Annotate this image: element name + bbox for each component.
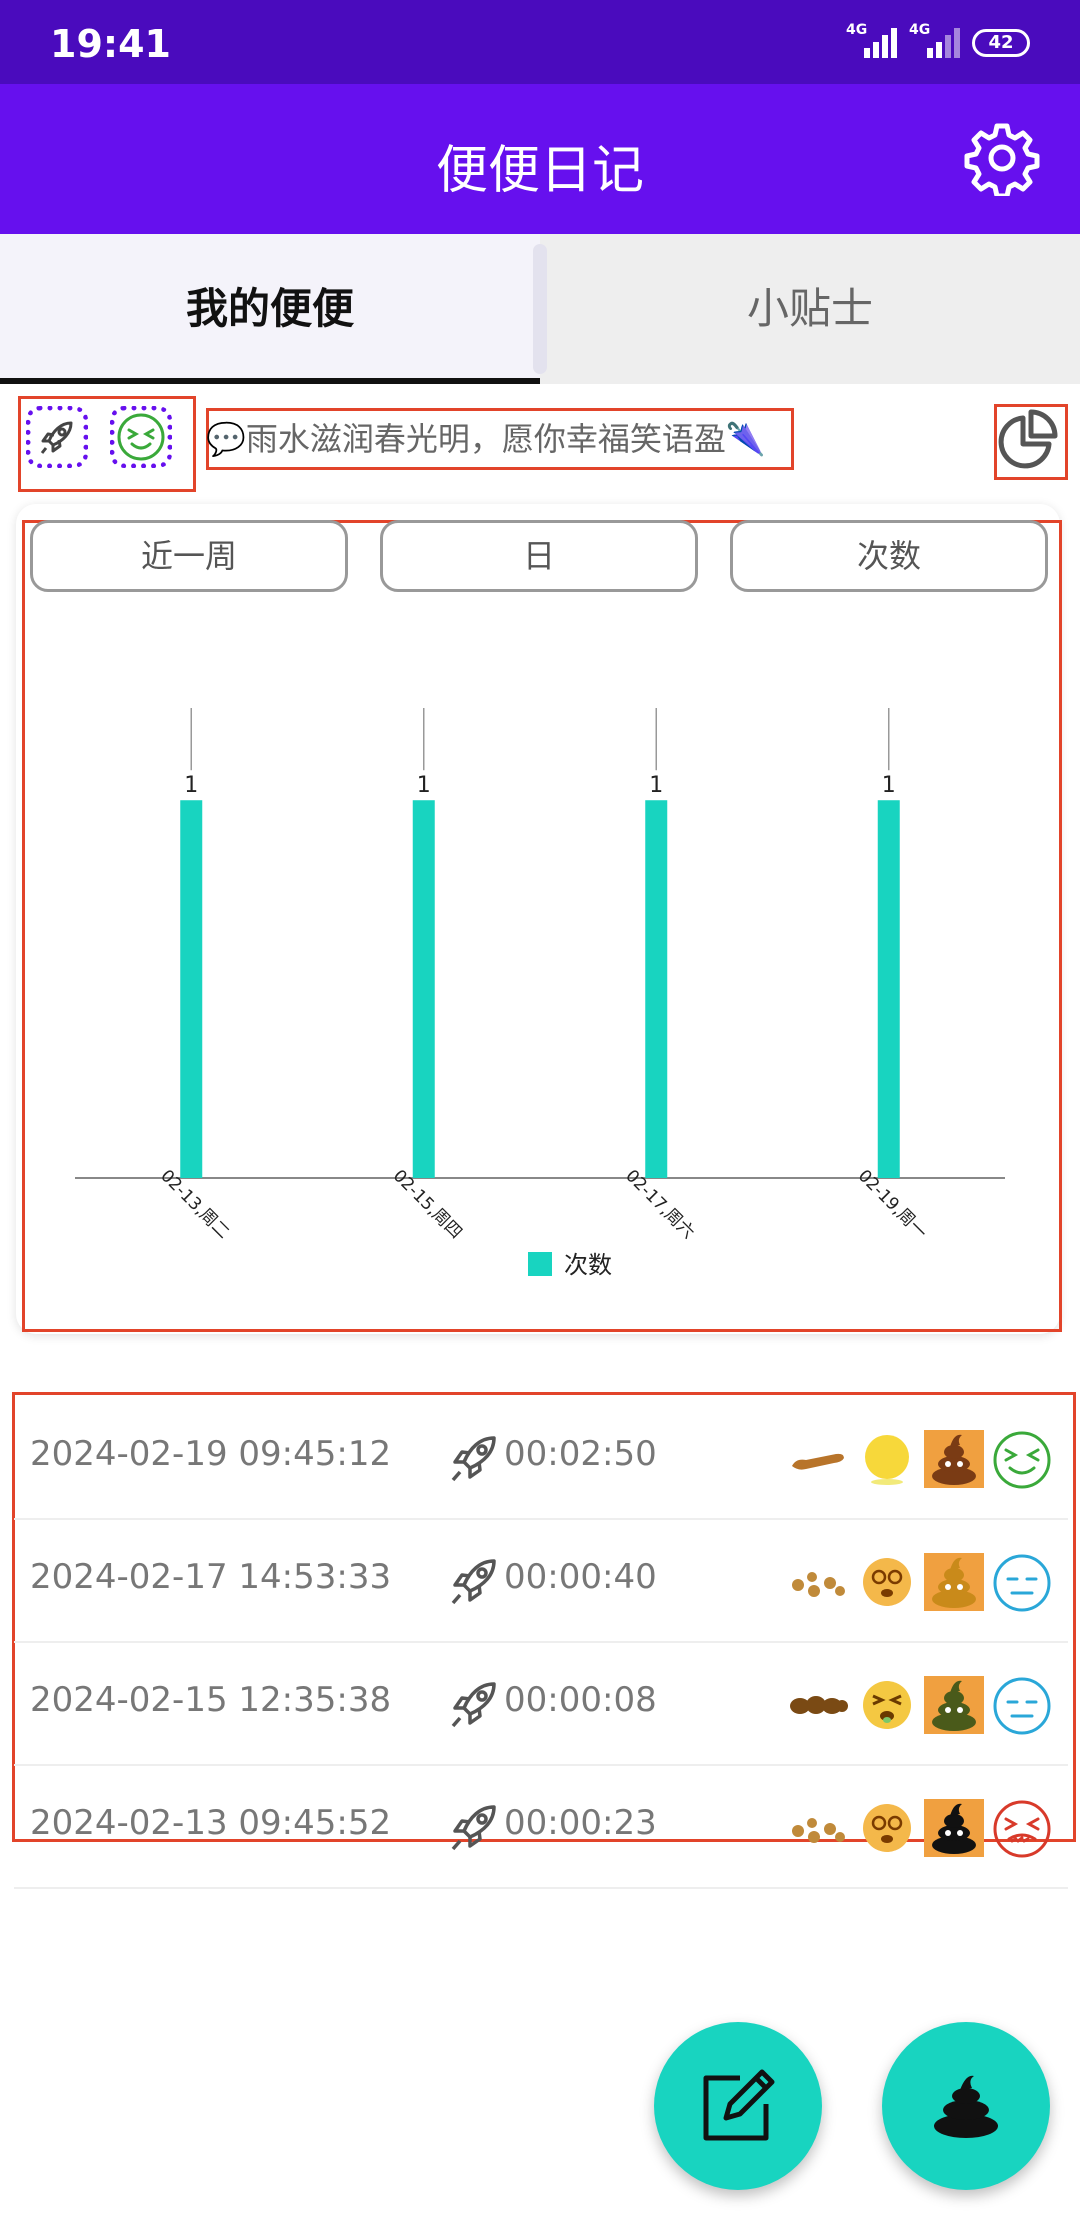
tab-tips[interactable]: 小贴士 — [540, 234, 1080, 384]
app-bar: 便便日记 — [0, 84, 1080, 234]
sausage-shape-icon — [788, 1440, 848, 1478]
record-duration: 00:00:23 — [504, 1803, 657, 1843]
tab-divider — [533, 244, 547, 374]
black-poop-icon — [924, 1799, 984, 1857]
battery-icon: 42 — [972, 29, 1030, 57]
status-time: 19:41 — [50, 22, 171, 66]
rocket-icon — [446, 1799, 502, 1855]
tab-indicator — [0, 378, 540, 384]
edit-button[interactable] — [654, 2022, 822, 2190]
range-selector[interactable]: 近一周 — [30, 520, 348, 592]
record-duration: 00:00:08 — [504, 1680, 657, 1720]
bar-data-label: 1 — [649, 773, 663, 798]
metric-selector[interactable]: 次数 — [730, 520, 1048, 592]
tab-my-poop[interactable]: 我的便便 — [0, 234, 540, 384]
rocket-icon — [446, 1676, 502, 1732]
record-row[interactable]: 2024-02-19 09:45:12 00:02:50 — [14, 1396, 1068, 1520]
chart-bar — [645, 800, 668, 1178]
happy-face-icon[interactable] — [110, 406, 172, 468]
green-happy-face-icon — [992, 1430, 1052, 1490]
gear-icon[interactable] — [964, 120, 1040, 196]
red-angry-face-icon — [992, 1799, 1052, 1859]
chart-bar — [180, 800, 203, 1178]
brown-poop-icon — [924, 1430, 984, 1488]
dizzy-face-icon — [860, 1801, 914, 1855]
unit-selector[interactable]: 日 — [380, 520, 698, 592]
record-duration: 00:02:50 — [504, 1434, 657, 1474]
green-poop-icon — [924, 1676, 984, 1734]
record-datetime: 2024-02-17 14:53:33 — [30, 1557, 392, 1597]
bar-data-label: 1 — [417, 773, 431, 798]
bar-data-label: 1 — [882, 773, 896, 798]
record-row[interactable]: 2024-02-17 14:53:33 00:00:40 — [14, 1519, 1068, 1643]
poop-icon — [934, 2075, 998, 2138]
edit-icon — [703, 2069, 775, 2141]
squint-face-icon — [860, 1678, 914, 1732]
fragments-shape-icon — [788, 1563, 848, 1601]
bar-chart: 102-13,周二102-15,周四102-17,周六102-19,周一次数 — [75, 708, 1005, 1279]
legend-swatch — [528, 1252, 552, 1276]
fragments-shape-icon — [788, 1809, 848, 1847]
tab-bar: 我的便便 小贴士 — [0, 234, 1080, 384]
legend-label: 次数 — [564, 1251, 612, 1279]
signal-icon: 4G — [846, 22, 897, 58]
blue-neutral-face-icon — [992, 1553, 1052, 1613]
record-row[interactable]: 2024-02-13 09:45:52 00:00:23 — [14, 1765, 1068, 1889]
add-poop-button[interactable] — [882, 2022, 1050, 2190]
rocket-icon — [446, 1430, 502, 1486]
record-datetime: 2024-02-19 09:45:12 — [30, 1434, 392, 1474]
rocket-icon[interactable] — [26, 406, 88, 468]
signal-icon-2: 4G — [909, 22, 960, 58]
bar-data-label: 1 — [184, 773, 198, 798]
golden-poop-icon — [924, 1553, 984, 1611]
status-bar: 19:41 4G 4G 42 — [0, 0, 1080, 84]
blue-neutral-face-icon — [992, 1676, 1052, 1736]
pie-chart-icon[interactable] — [995, 408, 1059, 472]
yellow-face-icon — [860, 1432, 914, 1486]
record-datetime: 2024-02-15 12:35:38 — [30, 1680, 392, 1720]
daily-quote: 💬雨水滋润春光明，愿你幸福笑语盈🌂 — [206, 420, 766, 458]
dizzy-face-icon — [860, 1555, 914, 1609]
app-title: 便便日记 — [435, 141, 644, 201]
record-row[interactable]: 2024-02-15 12:35:38 00:00:08 — [14, 1642, 1068, 1766]
lumpy-shape-icon — [788, 1686, 848, 1724]
record-duration: 00:00:40 — [504, 1557, 657, 1597]
chart-bar — [877, 800, 900, 1178]
record-datetime: 2024-02-13 09:45:52 — [30, 1803, 392, 1843]
rocket-icon — [446, 1553, 502, 1609]
chart-bar — [412, 800, 435, 1178]
status-icons: 4G 4G 42 — [846, 22, 1030, 58]
